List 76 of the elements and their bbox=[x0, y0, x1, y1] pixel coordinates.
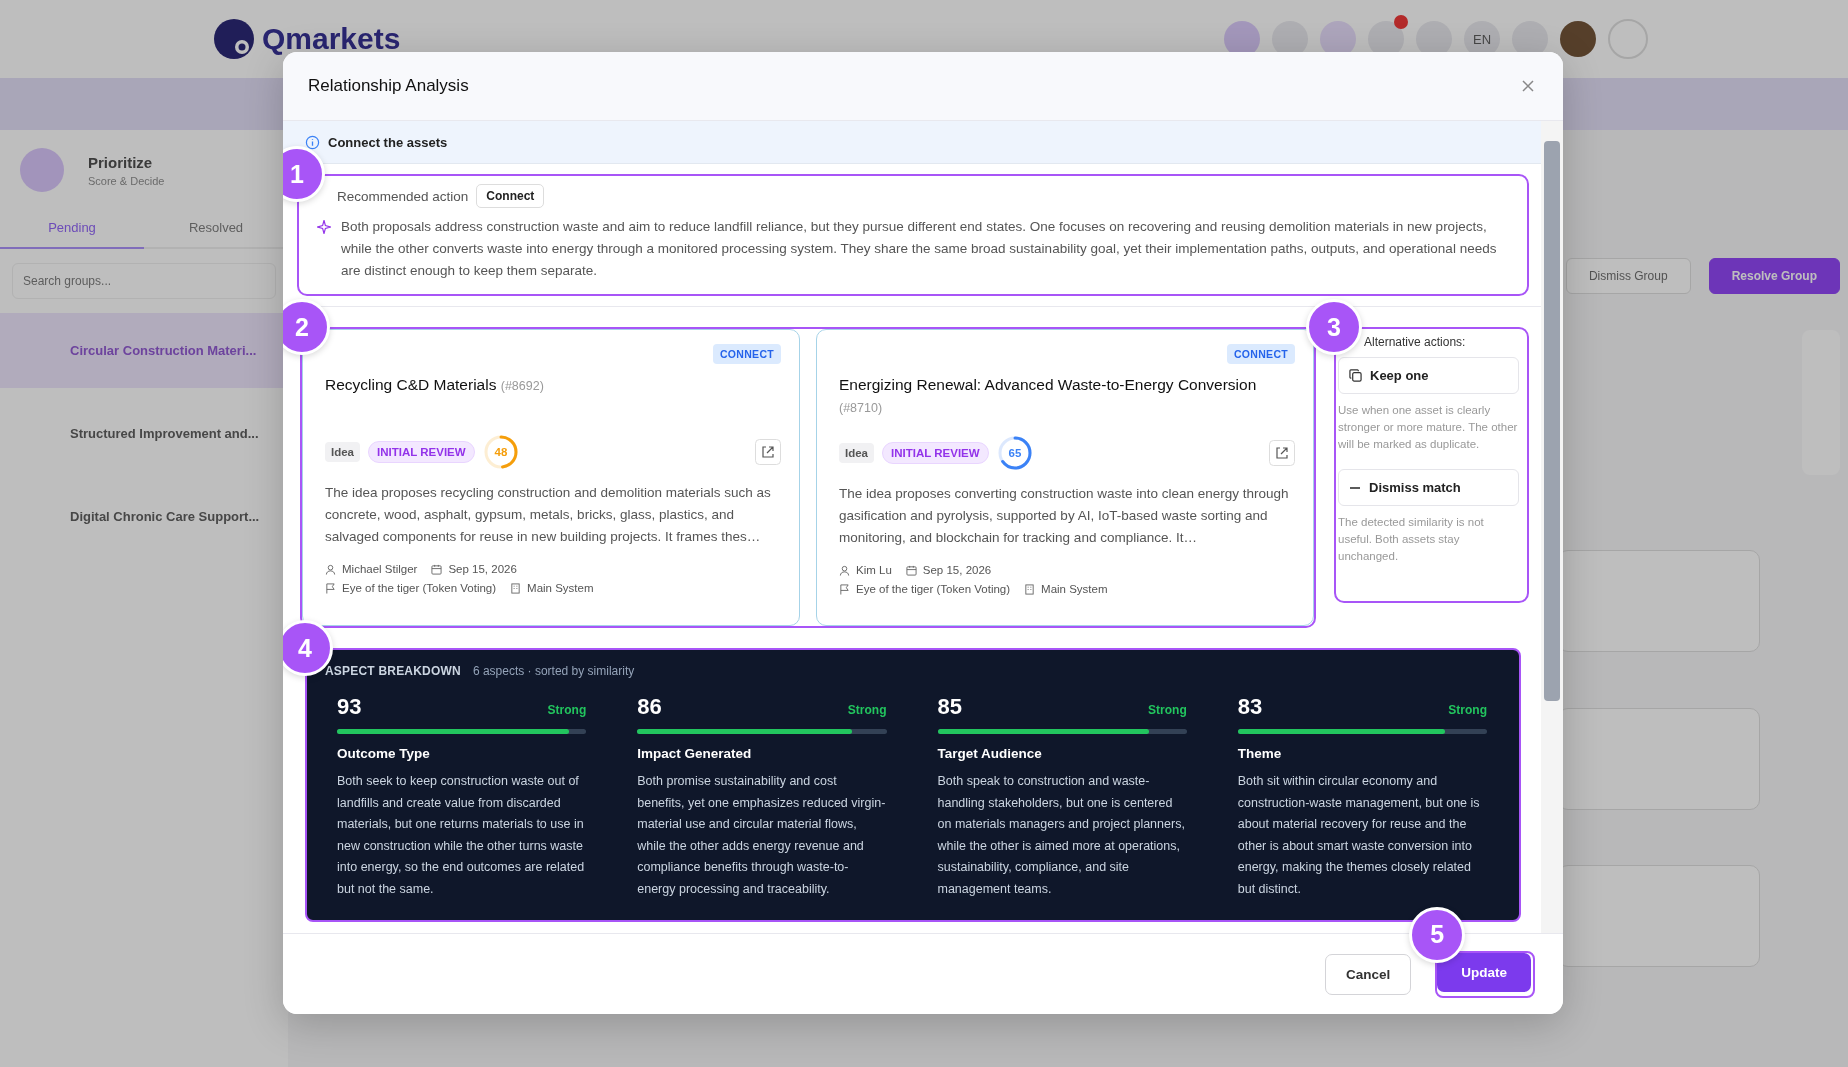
tab[interactable]: Pending bbox=[0, 208, 144, 249]
aspect-name: Outcome Type bbox=[337, 746, 431, 761]
asset-description: The idea proposes recycling construction and demolition materials such as concrete, wood, asphalt, gypsum, metals, bricks, glass, plastics, and salvaged components for reuse in new building projects. It frames thes… bbox=[325, 484, 772, 546]
status-tag: INITIAL REVIEW bbox=[882, 442, 989, 464]
stage-title[interactable]: Prioritize bbox=[88, 153, 165, 171]
copy-icon bbox=[1349, 369, 1362, 382]
strength-label: Strong bbox=[1448, 703, 1487, 717]
building-icon bbox=[1024, 583, 1036, 595]
asset-description: The idea proposes converting construction waste into clean energy through gasification and pyrolysis, supported by AI, IoT-based waste sorting and monitoring, and blockchain for tracking and compliance. It… bbox=[839, 485, 1290, 547]
strength-label: Strong bbox=[547, 703, 587, 717]
relation-badge: CONNECT bbox=[713, 344, 781, 364]
recommended-label: Recommended action bbox=[337, 188, 469, 204]
aspect-score: 93 bbox=[337, 694, 362, 720]
recommendation-text: Both proposals address construction waste and aim to reduce landfill reliance, but they pursue different end states. One focuses on recovering and reusing demolition materials in new projects, while the other converts waste into energy through a monitored processing system. They share the same broad sustainability goal, yet their implementation paths, outputs, and operational needs are distinct enough to keep them separate. bbox=[341, 218, 1498, 280]
alternatives-title: Alternative actions: bbox=[1363, 335, 1467, 349]
group-action-button[interactable]: Resolve Group bbox=[1708, 258, 1840, 294]
breakdown-title: ASPECT BREAKDOWN bbox=[325, 664, 461, 678]
aspect-text: Both speak to construction and waste-handling stakeholders, but one is centered on materials managers and project planners, while the other is aimed more at operations, sustainability, compliance, and site management teams. bbox=[937, 773, 1186, 898]
action-hint: Use when one asset is clearly stronger or more mature. The other will be marked as duplicate. bbox=[1338, 403, 1519, 452]
aspect-name: Theme bbox=[1237, 746, 1283, 761]
date-text: Sep 15, 2026 bbox=[448, 563, 517, 575]
type-tag: Idea bbox=[839, 443, 874, 463]
scrollbar[interactable] bbox=[1541, 121, 1563, 933]
banner-text: Connect the assets bbox=[328, 134, 448, 150]
logo-icon bbox=[212, 17, 256, 61]
aspect-score: 85 bbox=[937, 694, 962, 720]
notification-badge bbox=[1394, 15, 1408, 29]
campaign-name: Eye of the tiger (Token Voting) bbox=[856, 583, 1011, 595]
external-link-icon[interactable] bbox=[755, 439, 781, 465]
author-name: Michael Stilger bbox=[342, 563, 418, 575]
dialog-title: Relationship Analysis bbox=[308, 76, 469, 96]
info-icon bbox=[305, 134, 320, 150]
asset-title[interactable]: Energizing Renewal: Advanced Waste-to-Energy Conversion (#8710) bbox=[839, 374, 1295, 419]
status-tag: INITIAL REVIEW bbox=[368, 441, 475, 463]
group-action-button[interactable]: Dismiss Group bbox=[1565, 258, 1691, 294]
strength-label: Strong bbox=[847, 703, 887, 717]
aspect-text: Both seek to keep construction waste out of landfills and create value from discarded materials, but one returns materials to use in new construction while the other turns waste into energy, so the end outcomes are related but not the same. bbox=[337, 773, 586, 898]
building-icon bbox=[510, 582, 522, 594]
relation-badge: CONNECT bbox=[1227, 344, 1295, 364]
close-icon[interactable] bbox=[1521, 79, 1535, 93]
flag-icon bbox=[839, 583, 850, 595]
search-field[interactable]: Search groups... bbox=[12, 263, 276, 299]
calendar-icon bbox=[431, 563, 443, 575]
action-chip: Connect bbox=[476, 184, 545, 208]
aspect-score: 83 bbox=[1237, 694, 1263, 720]
asset-title[interactable]: Recycling C&D Materials (#8692) bbox=[325, 374, 781, 418]
callout-number: 1 bbox=[283, 146, 325, 202]
flag-icon bbox=[325, 582, 336, 594]
aspect-score: 86 bbox=[637, 694, 662, 720]
type-tag: Idea bbox=[325, 442, 360, 462]
external-link-icon[interactable] bbox=[1269, 440, 1295, 466]
callout-number: 3 bbox=[1306, 299, 1362, 355]
update-button[interactable]: Update bbox=[1437, 952, 1531, 992]
avatar[interactable] bbox=[1560, 21, 1596, 57]
campaign-name: Eye of the tiger (Token Voting) bbox=[342, 582, 497, 594]
alternative-action-button[interactable]: Dismiss match bbox=[1338, 469, 1519, 506]
score-ring: 65 bbox=[996, 435, 1033, 471]
logo-text: Qmarkets bbox=[262, 22, 401, 56]
author-name: Kim Lu bbox=[856, 564, 892, 576]
score-ring: 48 bbox=[482, 434, 519, 470]
system-name: Main System bbox=[527, 582, 594, 594]
callout-number: 2 bbox=[283, 299, 330, 355]
stage-subtitle: Score & Decide bbox=[88, 174, 165, 187]
aspect-text: Both sit within circular economy and construction-waste management, but one is about material recovery for reuse and the other is about smart waste conversion into energy, making the themes closely related but distinct. bbox=[1237, 773, 1481, 898]
breakdown-meta: 6 aspects · sorted by similarity bbox=[472, 664, 635, 678]
aspect-text: Both promise sustainability and cost benefits, yet one emphasizes reduced virgin-material use and circular material flows, while the other adds energy revenue and compliance benefits through waste-to-energy processing and traceability. bbox=[637, 773, 887, 898]
calendar-icon bbox=[905, 564, 917, 576]
sparkle-icon bbox=[317, 220, 331, 234]
action-hint: The detected similarity is not useful. Both assets stay unchanged. bbox=[1338, 515, 1485, 564]
aspect-name: Impact Generated bbox=[637, 746, 753, 761]
strength-label: Strong bbox=[1148, 703, 1187, 717]
cancel-button[interactable]: Cancel bbox=[1324, 953, 1412, 995]
date-text: Sep 15, 2026 bbox=[922, 564, 992, 576]
system-name: Main System bbox=[1041, 583, 1108, 595]
alternative-action-button[interactable]: Keep one bbox=[1338, 357, 1519, 394]
aspect-name: Target Audience bbox=[937, 746, 1043, 761]
